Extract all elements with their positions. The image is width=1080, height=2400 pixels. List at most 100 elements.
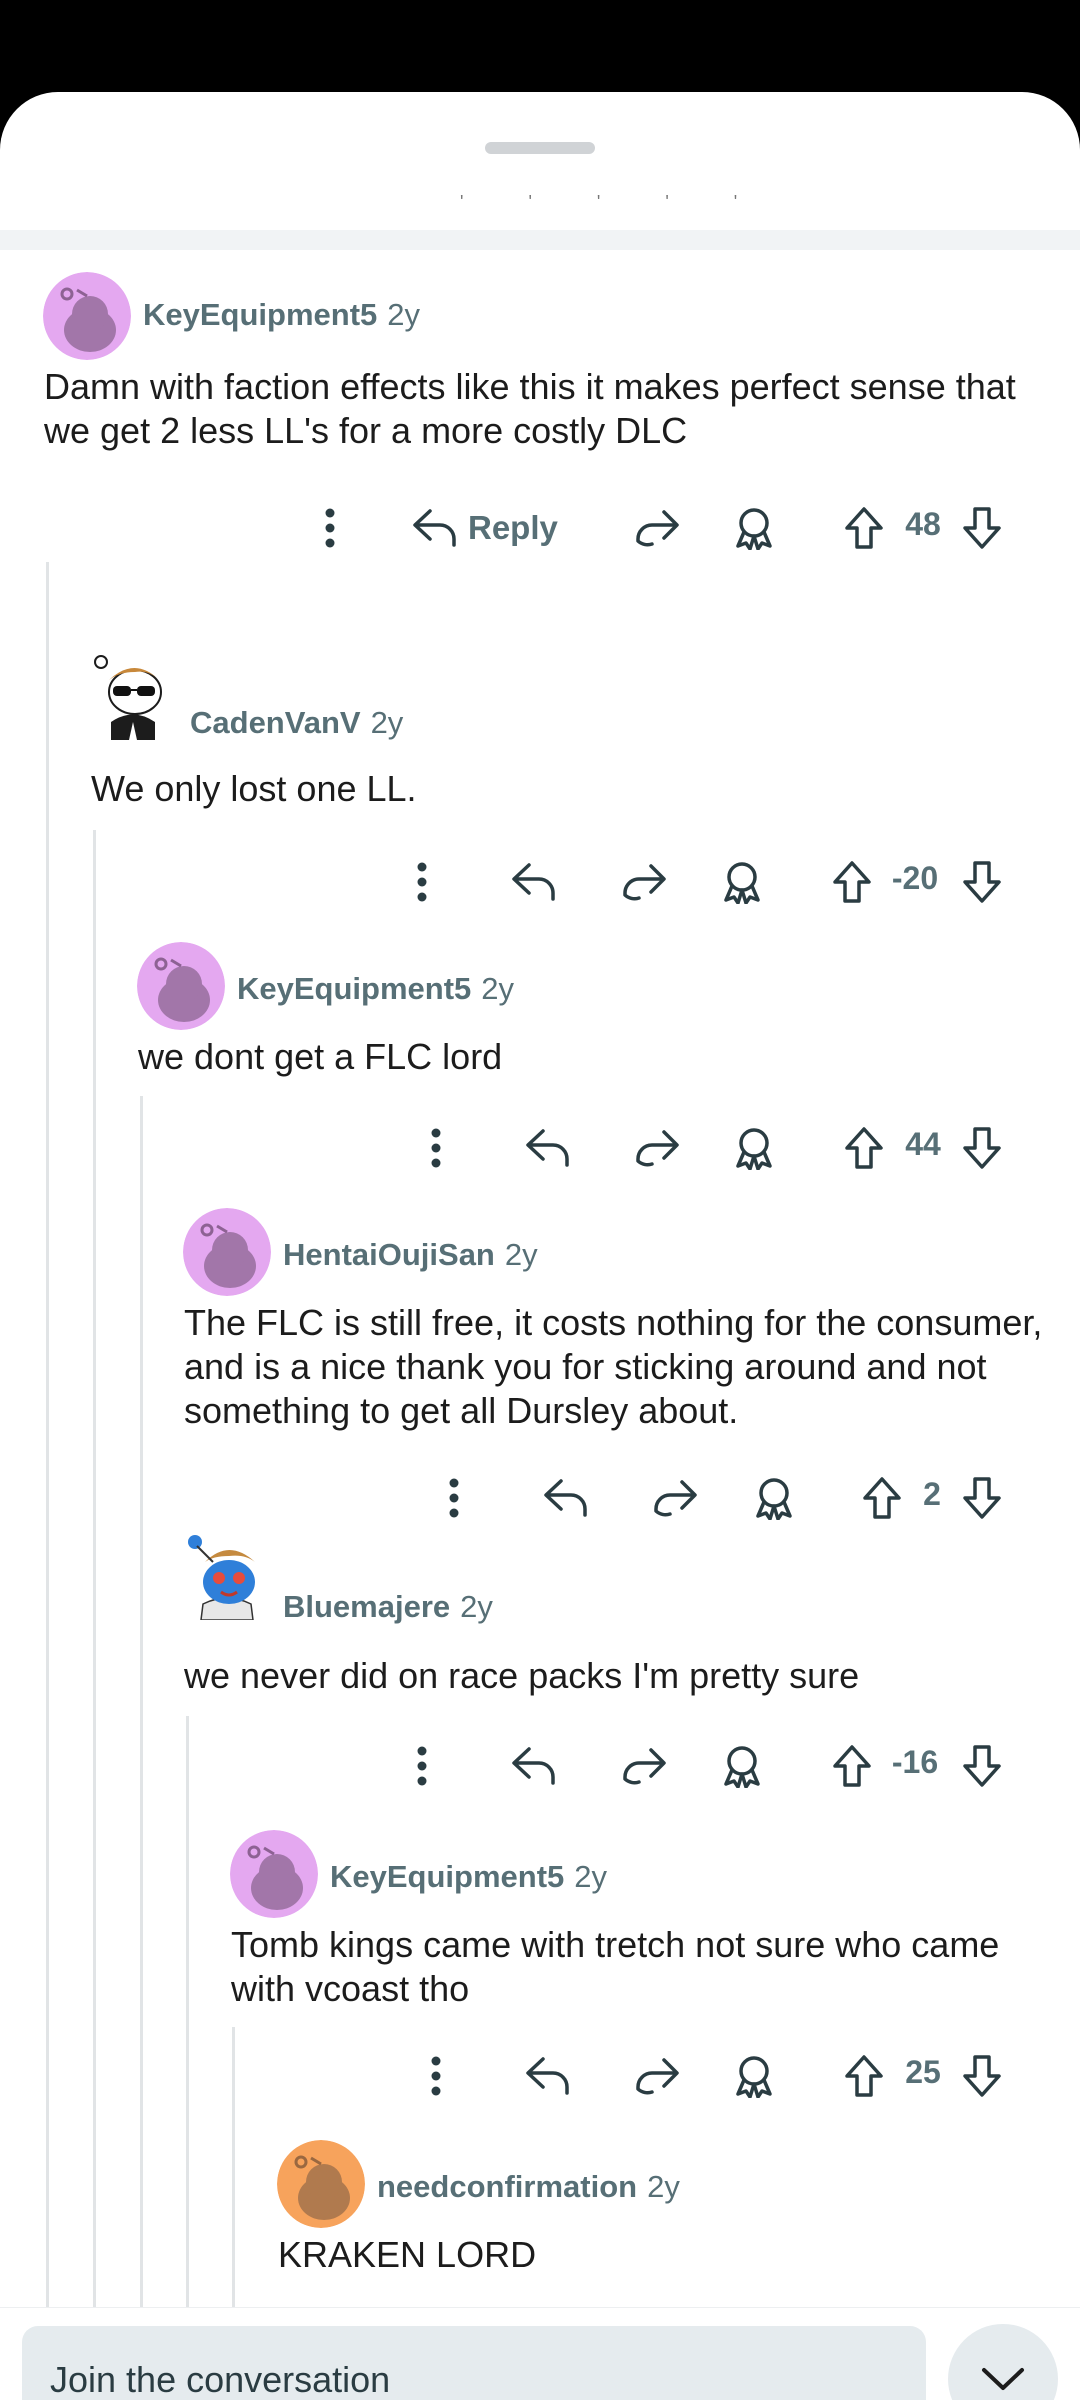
- author-name[interactable]: HentaiOujiSan: [283, 1237, 495, 1272]
- comment-body: Damn with faction effects like this it m…: [44, 366, 1016, 451]
- share-icon: [623, 864, 666, 901]
- downvote-button[interactable]: [958, 2046, 1006, 2106]
- comment: KeyEquipment5 2y we dont get a FLC lord: [0, 942, 1080, 1182]
- collapse-button[interactable]: [948, 2324, 1058, 2400]
- upvote-icon: [845, 2055, 883, 2097]
- comment-author[interactable]: HentaiOujiSan 2y: [283, 1237, 538, 1273]
- avatar[interactable]: [183, 1532, 271, 1620]
- reply-button[interactable]: [522, 1118, 572, 1178]
- avatar[interactable]: [43, 272, 131, 360]
- more-options-button[interactable]: [402, 1736, 442, 1796]
- upvote-button[interactable]: [828, 852, 876, 912]
- more-vertical-icon: [449, 1478, 459, 1518]
- share-icon: [654, 1480, 697, 1517]
- vote-score: 25: [905, 2054, 941, 2090]
- more-options-button[interactable]: [416, 2046, 456, 2106]
- share-icon: [636, 1130, 679, 1167]
- upvote-button[interactable]: [828, 1736, 876, 1796]
- avatar[interactable]: [230, 1830, 318, 1918]
- avatar[interactable]: [89, 652, 177, 740]
- comment-age: 2y: [460, 1589, 493, 1624]
- reply-icon: [512, 863, 555, 901]
- downvote-button[interactable]: [958, 1736, 1006, 1796]
- share-button[interactable]: [632, 2046, 682, 2106]
- comment-author[interactable]: Bluemajere 2y: [283, 1589, 493, 1625]
- more-options-button[interactable]: [402, 852, 442, 912]
- share-button[interactable]: [619, 1736, 669, 1796]
- reply-button[interactable]: [540, 1468, 590, 1528]
- award-button[interactable]: [730, 1118, 778, 1178]
- award-icon: [756, 1478, 792, 1520]
- award-button[interactable]: [730, 498, 778, 558]
- comment: CadenVanV 2y We only lost one LL. -20: [0, 652, 1080, 904]
- downvote-button[interactable]: [958, 1118, 1006, 1178]
- comment-body: we dont get a FLC lord: [138, 1036, 503, 1077]
- comment: KeyEquipment5 2y Damn with faction effect…: [0, 92, 1080, 562]
- downvote-button[interactable]: [958, 852, 1006, 912]
- comment-body: Tomb kings came with tretch not sure who…: [231, 1924, 1000, 2009]
- award-icon: [724, 862, 760, 904]
- comments-sheet: ' ' ' ' ' KeyEquipment5 2y Damn with fact…: [0, 92, 1080, 2400]
- reply-button[interactable]: [522, 2046, 572, 2106]
- avatar[interactable]: [183, 1208, 271, 1296]
- author-name[interactable]: KeyEquipment5: [237, 971, 471, 1006]
- award-button[interactable]: [718, 852, 766, 912]
- award-icon: [736, 2056, 772, 2098]
- upvote-button[interactable]: [840, 498, 888, 558]
- reply-button[interactable]: [508, 852, 558, 912]
- comment-body: We only lost one LL.: [91, 768, 417, 809]
- share-button[interactable]: [650, 1468, 700, 1528]
- share-icon: [623, 1748, 666, 1785]
- join-conversation-input[interactable]: [22, 2326, 926, 2400]
- more-options-button[interactable]: [434, 1468, 474, 1528]
- reply-icon: [544, 1479, 587, 1517]
- author-name[interactable]: KeyEquipment5: [143, 297, 377, 332]
- reply-button[interactable]: [508, 1736, 558, 1796]
- comment-age: 2y: [504, 1237, 538, 1272]
- share-icon: [636, 510, 679, 547]
- author-name[interactable]: needconfirmation: [377, 2169, 637, 2204]
- comment: HentaiOujiSan 2y The FLC is still free, i…: [0, 1208, 1080, 1538]
- reply-icon: [413, 509, 456, 547]
- reply-button[interactable]: Reply: [410, 498, 590, 558]
- upvote-button[interactable]: [840, 2046, 888, 2106]
- comment-author[interactable]: KeyEquipment5 2y: [143, 297, 420, 333]
- avatar[interactable]: [277, 2140, 365, 2228]
- author-name[interactable]: CadenVanV: [190, 705, 361, 740]
- more-options-button[interactable]: [416, 1118, 456, 1178]
- comment-author[interactable]: CadenVanV 2y: [190, 705, 403, 741]
- author-name[interactable]: KeyEquipment5: [330, 1859, 564, 1894]
- more-vertical-icon: [431, 2056, 441, 2096]
- downvote-button[interactable]: [958, 498, 1006, 558]
- comment: needconfirmation 2y KRAKEN LORD: [0, 2140, 1080, 2310]
- more-vertical-icon: [325, 508, 335, 548]
- upvote-button[interactable]: [840, 1118, 888, 1178]
- comment-body: The FLC is still free, it costs nothing …: [184, 1302, 1043, 1431]
- share-button[interactable]: [619, 852, 669, 912]
- composer-bar: [0, 2307, 1080, 2400]
- comment-actions: -16: [0, 1736, 1080, 1796]
- comment-actions: -20: [0, 852, 1080, 912]
- reply-icon: [526, 2057, 569, 2095]
- downvote-icon: [963, 507, 1001, 549]
- avatar[interactable]: [137, 942, 225, 1030]
- comment-thread: KeyEquipment5 2y Damn with faction effect…: [0, 92, 1080, 2307]
- comment-author[interactable]: KeyEquipment5 2y: [330, 1859, 607, 1895]
- comment-actions: 25: [0, 2046, 1080, 2106]
- author-name[interactable]: Bluemajere: [283, 1589, 450, 1624]
- award-button[interactable]: [730, 2046, 778, 2106]
- downvote-icon: [963, 1127, 1001, 1169]
- upvote-icon: [833, 1745, 871, 1787]
- award-button[interactable]: [750, 1468, 798, 1528]
- comment-author[interactable]: needconfirmation 2y: [377, 2169, 680, 2205]
- comment: Bluemajere 2y we never did on race packs …: [0, 1532, 1080, 1788]
- share-button[interactable]: [632, 498, 682, 558]
- more-options-button[interactable]: [310, 498, 350, 558]
- award-button[interactable]: [718, 1736, 766, 1796]
- comment-body: we never did on race packs I'm pretty su…: [184, 1655, 860, 1696]
- downvote-button[interactable]: [958, 1468, 1006, 1528]
- upvote-icon: [845, 1127, 883, 1169]
- share-button[interactable]: [632, 1118, 682, 1178]
- comment-author[interactable]: KeyEquipment5 2y: [237, 971, 514, 1007]
- reply-label: Reply: [468, 509, 558, 546]
